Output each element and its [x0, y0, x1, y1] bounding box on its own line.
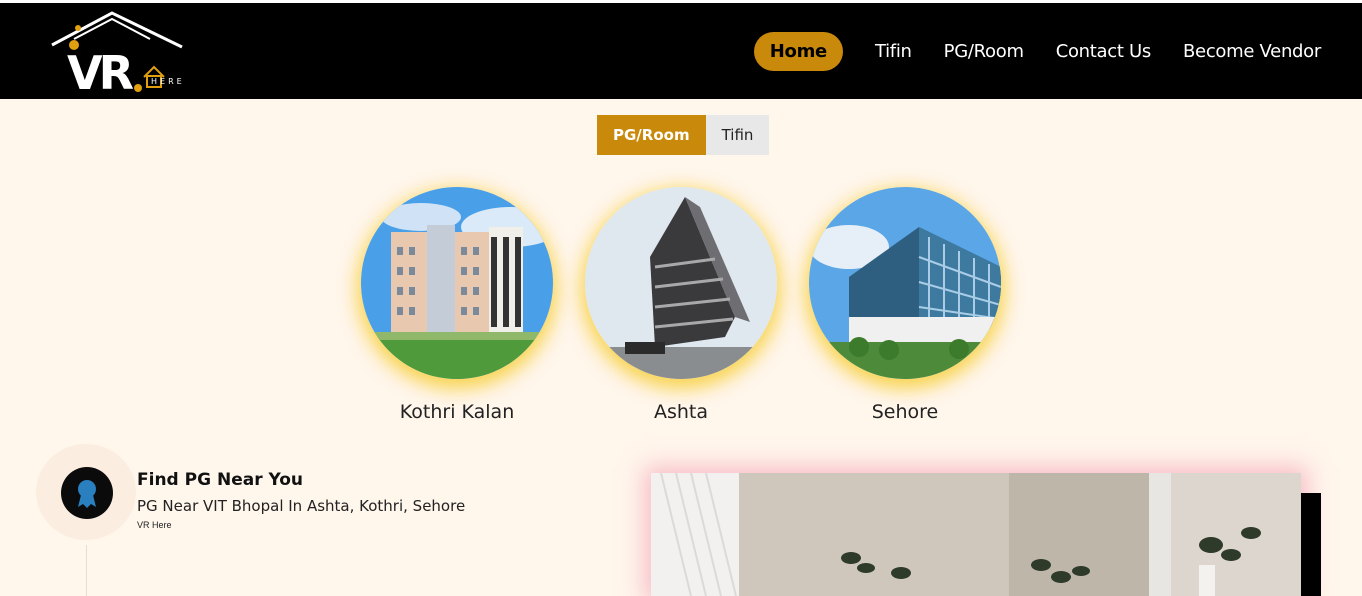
svg-text:VR: VR — [67, 46, 134, 97]
photo-side-bar — [1301, 493, 1321, 596]
main-nav: Home Tifin PG/Room Contact Us Become Ven… — [753, 31, 1362, 71]
toggle-pg-room[interactable]: PG/Room — [597, 115, 706, 155]
location-label: Sehore — [871, 401, 939, 423]
location-card-sehore[interactable]: Sehore — [809, 187, 1001, 423]
award-badge-icon — [61, 467, 113, 519]
location-image-sehore[interactable] — [809, 187, 1001, 379]
nav-home[interactable]: Home — [753, 31, 843, 71]
location-card-ashta[interactable]: Ashta — [585, 187, 777, 423]
category-toggle: PG/Room Tifin — [597, 115, 770, 155]
find-pg-subtitle: PG Near VIT Bhopal In Ashta, Kothri, Seh… — [137, 497, 466, 515]
nav-become-vendor[interactable]: Become Vendor — [1183, 41, 1321, 62]
find-pg-caption: VR Here — [137, 520, 172, 530]
toggle-tifin[interactable]: Tifin — [705, 115, 770, 155]
room-photo — [651, 473, 1301, 596]
find-pg-title: Find PG Near You — [137, 470, 304, 490]
nav-tifin[interactable]: Tifin — [875, 41, 912, 62]
location-label: Kothri Kalan — [399, 401, 515, 423]
location-image-kothri-kalan[interactable] — [361, 187, 553, 379]
svg-text:HERE: HERE — [151, 77, 185, 86]
navbar: VR HERE Home Tifin PG/Room Contact Us Be… — [0, 3, 1362, 100]
vr-here-logo[interactable]: VR HERE — [50, 9, 195, 100]
timeline-line — [86, 545, 87, 596]
nav-pg-room[interactable]: PG/Room — [944, 41, 1024, 62]
location-image-ashta[interactable] — [585, 187, 777, 379]
location-label: Ashta — [653, 401, 709, 423]
location-card-kothri-kalan[interactable]: Kothri Kalan — [361, 187, 553, 423]
nav-contact-us[interactable]: Contact Us — [1056, 41, 1152, 62]
